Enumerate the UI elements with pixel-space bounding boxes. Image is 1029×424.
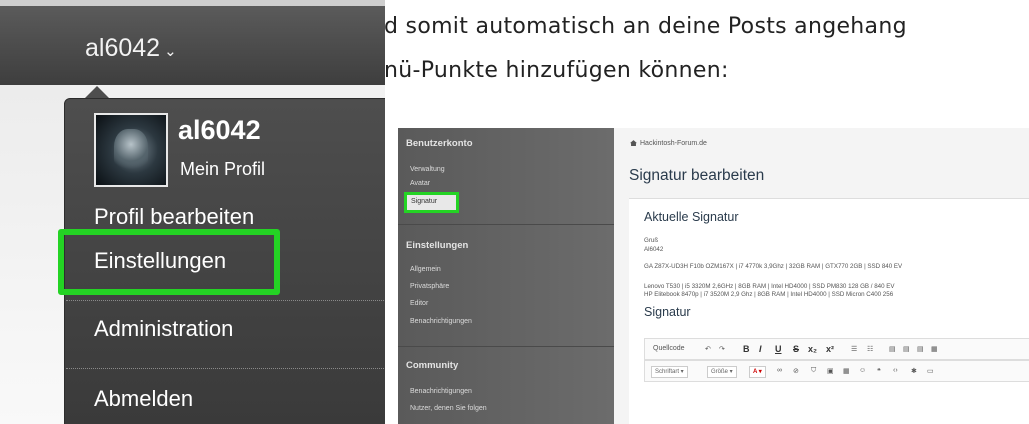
font-color-label: A — [753, 369, 758, 375]
page-title: Signatur bearbeiten — [629, 167, 765, 184]
font-family-select[interactable]: Schriftart ▾ — [651, 366, 688, 378]
undo-icon[interactable]: ↶ — [705, 345, 711, 353]
sidebar-section-settings: Einstellungen — [406, 240, 469, 251]
sidebar-item-verwaltung[interactable]: Verwaltung — [410, 166, 445, 173]
spoiler-icon[interactable]: ✱ — [911, 367, 917, 375]
subscript-button[interactable]: x₂ — [808, 344, 817, 354]
sidebar-item-followed-users[interactable]: Nutzer, denen Sie folgen — [410, 405, 487, 412]
table-icon[interactable]: ▦ — [843, 367, 850, 375]
align-center-icon[interactable]: ▤ — [903, 345, 910, 353]
smiley-icon[interactable]: ☺ — [859, 367, 866, 374]
profile-name[interactable]: al6042 — [178, 115, 261, 146]
justify-icon[interactable]: ▦ — [931, 345, 938, 353]
font-color-select[interactable]: A ▾ — [749, 366, 766, 378]
align-right-icon[interactable]: ▤ — [917, 345, 924, 353]
link-icon[interactable]: ∞ — [777, 367, 782, 374]
current-signature-heading: Aktuelle Signatur — [644, 210, 739, 224]
sidebar-section-account: Benutzerkonto — [406, 138, 473, 149]
underline-button[interactable]: U — [775, 344, 782, 354]
menu-divider — [66, 368, 384, 369]
avatar[interactable] — [94, 113, 168, 187]
font-size-select[interactable]: Größe ▾ — [707, 366, 737, 378]
signatur-highlight-box — [404, 192, 459, 213]
sidebar-item-community-notifications[interactable]: Benachrichtigungen — [410, 388, 472, 395]
sidebar-item-privatsphaere[interactable]: Privatsphäre — [410, 283, 449, 290]
shield-icon[interactable]: ⛉ — [811, 367, 816, 375]
source-code-button[interactable]: Quellcode — [653, 345, 685, 352]
signature-page-screenshot: Benutzerkonto Verwaltung Avatar Signatur… — [398, 128, 1029, 424]
menu-item-administration[interactable]: Administration — [94, 316, 233, 342]
code-icon[interactable]: ‹› — [893, 367, 898, 374]
editor-toolbar-row-1: Quellcode ↶ ↷ B I U S x₂ x² ☰ ☷ ▤ ▤ ▤ ▦ — [644, 338, 1029, 360]
sidebar-item-avatar[interactable]: Avatar — [410, 180, 430, 187]
article-text-line-1: d somit automatisch an deine Posts angeh… — [384, 14, 907, 39]
breadcrumb[interactable]: Hackintosh-Forum.de — [630, 140, 707, 147]
signature-text-line: GA Z87X-UD3H F10b OZM167X | i7 4770k 3,9… — [644, 263, 903, 270]
signature-heading: Signatur — [644, 305, 691, 319]
align-left-icon[interactable]: ▤ — [889, 345, 896, 353]
italic-button[interactable]: I — [759, 344, 762, 354]
sidebar-item-allgemein[interactable]: Allgemein — [410, 266, 441, 273]
menu-item-edit-profile[interactable]: Profil bearbeiten — [94, 204, 254, 230]
numbered-list-icon[interactable]: ☷ — [867, 345, 873, 353]
sidebar-section-community: Community — [406, 360, 459, 371]
editor-toolbar-row-2: Schriftart ▾ Größe ▾ A ▾ ∞ ⊘ ⛉ ▣ ▦ ☺ ❝ ‹… — [644, 360, 1029, 382]
text-box-icon[interactable]: ▭ — [927, 367, 934, 375]
top-strip — [0, 0, 385, 6]
my-profile-link[interactable]: Mein Profil — [180, 159, 265, 180]
sidebar-divider — [398, 346, 614, 347]
signature-text-line: Lenovo T530 | i5 3320M 2,6GHz | 8GB RAM … — [644, 283, 895, 290]
settings-highlight-box — [58, 229, 280, 295]
avatar-figure — [114, 129, 148, 173]
unlink-icon[interactable]: ⊘ — [793, 367, 799, 375]
sidebar-item-benachrichtigungen[interactable]: Benachrichtigungen — [410, 318, 472, 325]
top-navigation-bar — [0, 0, 385, 85]
bullet-list-icon[interactable]: ☰ — [851, 345, 857, 353]
strikethrough-button[interactable]: S — [793, 344, 799, 354]
sidebar-item-editor[interactable]: Editor — [410, 300, 428, 307]
menu-divider — [66, 300, 384, 301]
user-menu-toggle[interactable]: al6042 ⌄ — [85, 34, 177, 63]
username-label: al6042 — [85, 34, 161, 62]
chevron-down-icon: ⌄ — [164, 43, 177, 60]
user-dropdown-screenshot: al6042 ⌄ al6042 Mein Profil Profil bearbe… — [0, 0, 385, 424]
home-icon — [630, 140, 637, 147]
image-icon[interactable]: ▣ — [827, 367, 834, 375]
breadcrumb-label: Hackintosh-Forum.de — [640, 140, 707, 147]
signature-text-line: HP Elitebook 8470p | i7 3520M 2,9 Ghz | … — [644, 291, 894, 298]
signature-text-line: Gruß — [644, 237, 659, 244]
signature-text-line: Al6042 — [644, 246, 664, 253]
font-size-label: Größe — [711, 369, 729, 375]
sidebar-divider — [398, 224, 614, 225]
font-family-label: Schriftart — [655, 369, 680, 375]
superscript-button[interactable]: x² — [826, 344, 834, 354]
bold-button[interactable]: B — [743, 344, 750, 354]
menu-item-logout[interactable]: Abmelden — [94, 386, 193, 412]
redo-icon[interactable]: ↷ — [719, 345, 725, 353]
article-text-line-2: nü-Punkte hinzufügen können: — [384, 58, 729, 83]
quote-icon[interactable]: ❝ — [877, 367, 881, 375]
